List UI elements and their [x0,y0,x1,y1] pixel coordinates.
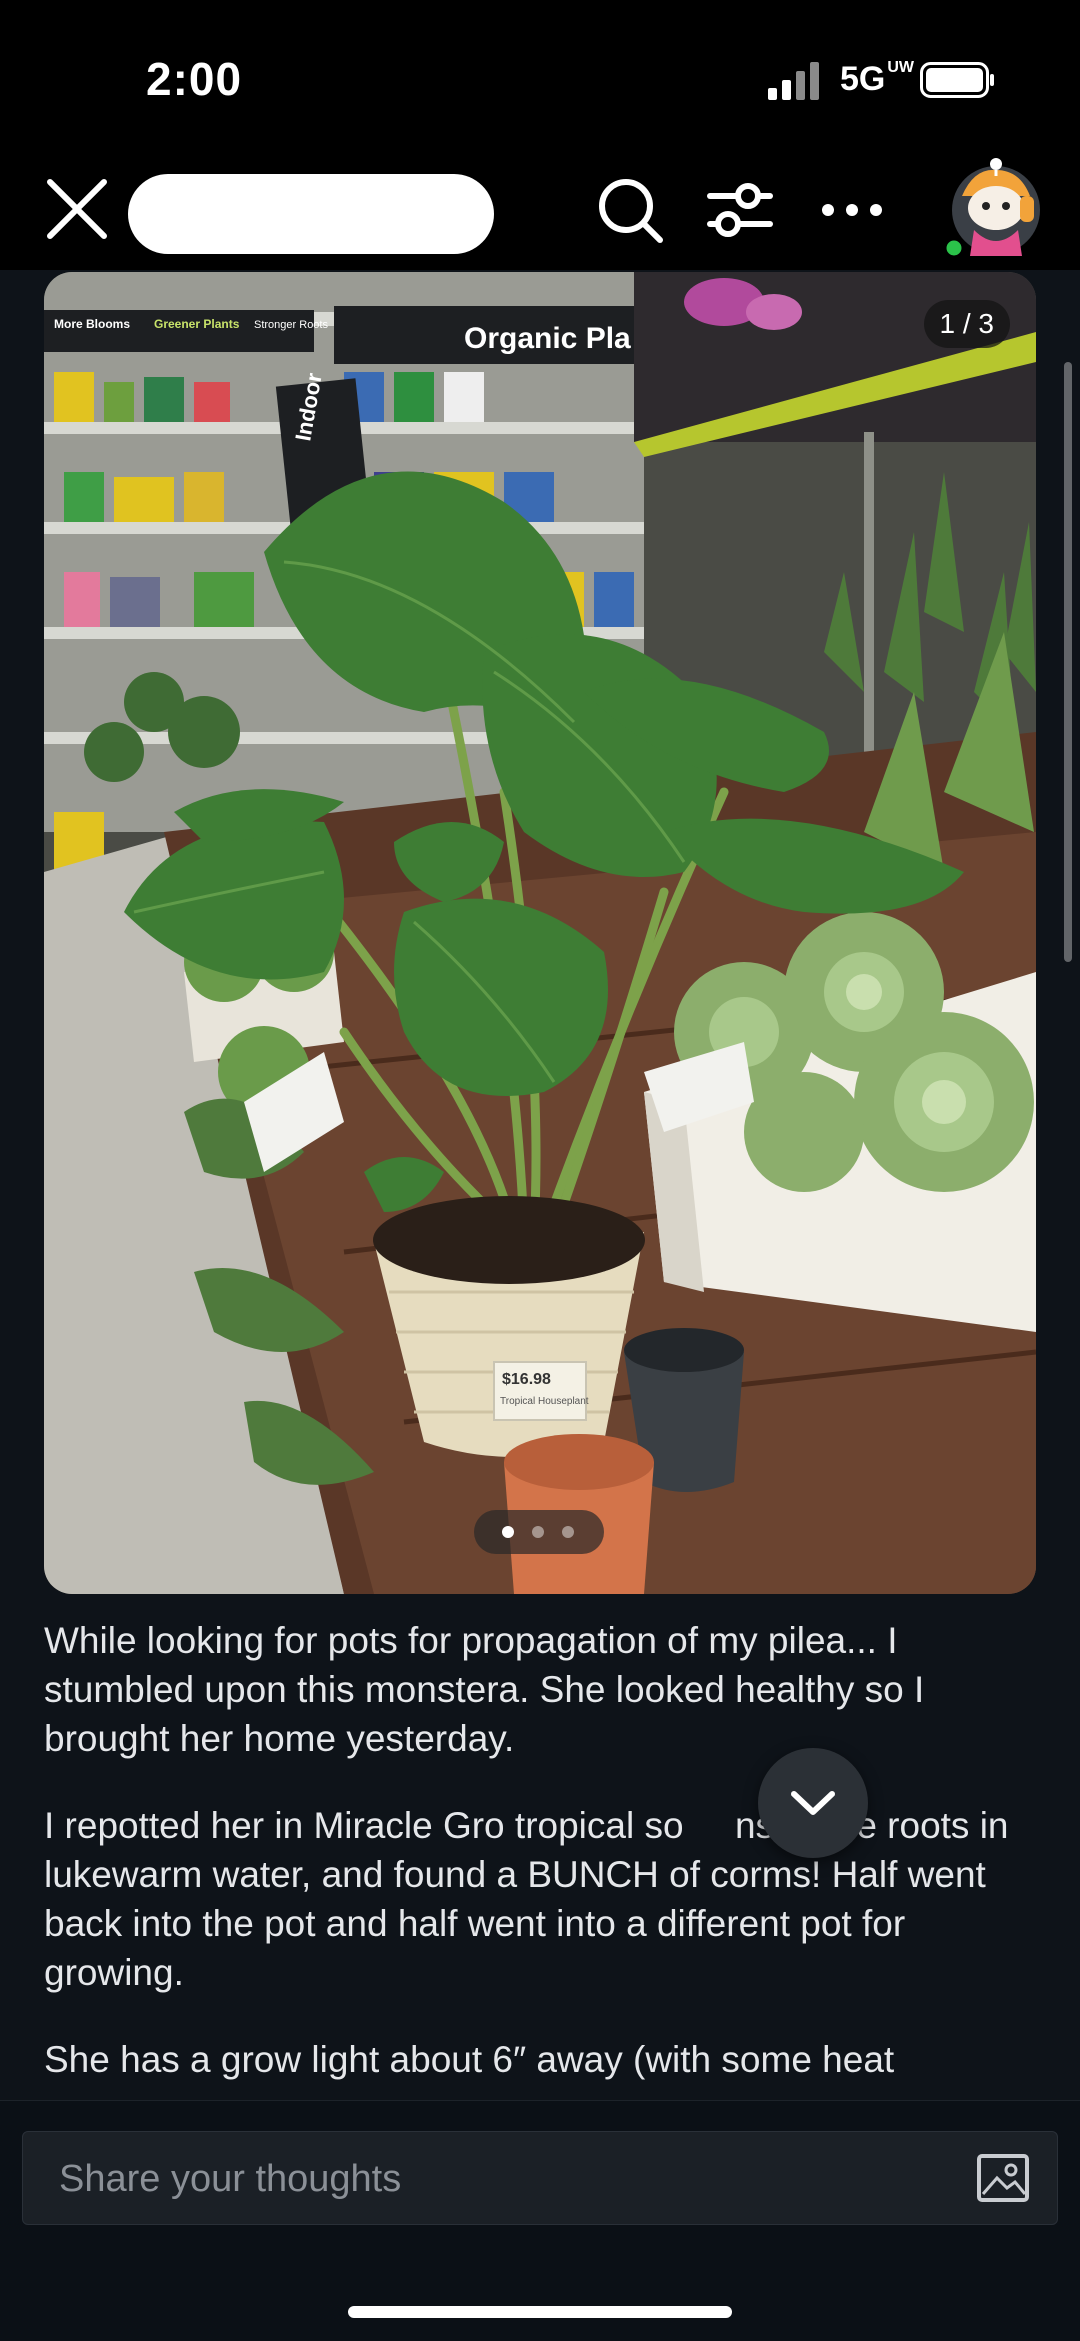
search-icon[interactable] [590,170,670,250]
price-tag-2: Tropical Houseplant [500,1396,589,1407]
status-bar: 2:00 5G UW [0,0,1080,150]
image-upload-icon[interactable] [975,2150,1031,2206]
store-plant-photo: More Blooms Greener Plants Stronger Root… [44,272,1036,1594]
battery-icon [920,62,994,98]
pagination-dot-1[interactable] [502,1526,514,1538]
post-paragraph: I repotted her in Miracle Gro tropical s… [44,1805,1009,1993]
pagination-dot-2[interactable] [532,1526,544,1538]
sign-left-2: Greener Plants [154,317,240,331]
top-toolbar [0,150,1080,270]
image-counter: 1 / 3 [923,300,1010,348]
home-indicator[interactable] [348,2306,732,2318]
post-paragraph: While looking for pots for propagation o… [44,1620,925,1759]
close-icon[interactable] [40,172,114,246]
scroll-down-button[interactable] [758,1748,868,1858]
network-label: 5G UW [840,59,915,99]
avatar[interactable] [944,156,1044,262]
sign-organic: Organic Pla [464,322,631,355]
signal-icon [768,62,819,100]
sign-left-1: More Blooms [54,317,130,331]
filter-icon[interactable] [700,170,780,250]
network-sup: UW [887,59,915,76]
comment-placeholder: Share your thoughts [59,2158,402,2200]
sign-left-3: Stronger Roots [254,319,328,331]
community-name-pill[interactable] [128,174,494,254]
chevron-down-icon [791,1791,835,1815]
comment-input[interactable]: Share your thoughts [22,2131,1058,2225]
scrollbar[interactable] [1064,362,1072,962]
pagination-dot-3[interactable] [562,1526,574,1538]
comment-composer: Share your thoughts [0,2100,1080,2251]
post-body: While looking for pots for propagation o… [44,1616,1044,2100]
more-icon[interactable] [812,170,892,250]
status-time: 2:00 [146,53,243,105]
home-indicator-area [0,2250,1080,2341]
post-paragraph: She has a grow light about 6″ away (with… [44,2039,895,2080]
post-image[interactable]: More Blooms Greener Plants Stronger Root… [44,272,1036,1594]
image-pagination-dots[interactable] [474,1510,604,1554]
post-content: More Blooms Greener Plants Stronger Root… [0,270,1080,2100]
price-tag: $16.98 [502,1371,551,1388]
